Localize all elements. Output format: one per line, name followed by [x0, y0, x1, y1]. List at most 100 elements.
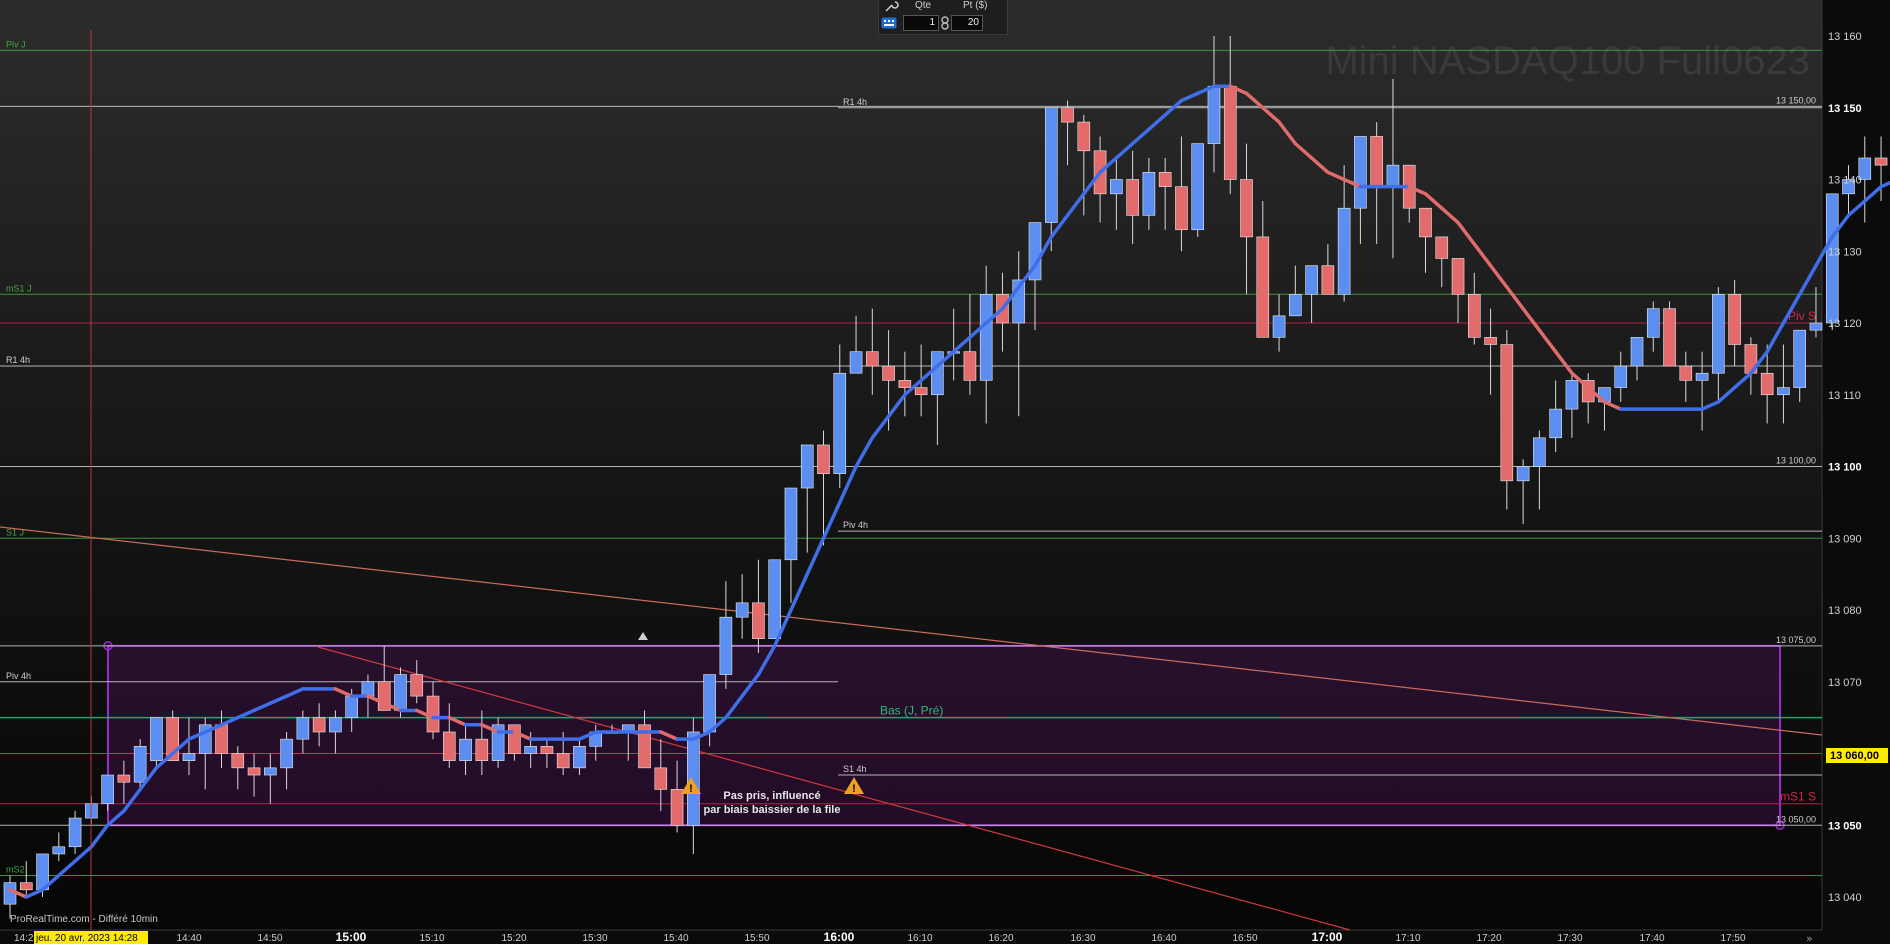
candle-body[interactable]: [1435, 236, 1449, 259]
candle-body[interactable]: [1256, 236, 1270, 338]
candle-body[interactable]: [280, 738, 293, 769]
candle-body[interactable]: [117, 774, 131, 783]
candle-body[interactable]: [101, 774, 114, 805]
candle-body[interactable]: [849, 351, 863, 374]
candle-body[interactable]: [231, 753, 245, 769]
candle-body[interactable]: [410, 674, 424, 697]
candle-body[interactable]: [1370, 136, 1383, 187]
scroll-right-icon[interactable]: »: [1806, 932, 1813, 944]
candle-body[interactable]: [1809, 322, 1823, 331]
pts-input[interactable]: 20: [951, 15, 983, 31]
candle-body[interactable]: [1728, 293, 1741, 345]
candle-body[interactable]: [1614, 365, 1628, 388]
candle-body[interactable]: [1061, 107, 1074, 123]
candle-body[interactable]: [898, 380, 912, 388]
candle-body[interactable]: [1549, 408, 1562, 439]
candle-body[interactable]: [573, 746, 586, 769]
candle-body[interactable]: [752, 602, 765, 640]
candle-body[interactable]: [784, 487, 798, 561]
candle-body[interactable]: [1630, 337, 1644, 367]
candle-body[interactable]: [1158, 172, 1172, 187]
candle-body[interactable]: [1191, 143, 1205, 231]
candle-body[interactable]: [1223, 85, 1237, 180]
candle-body[interactable]: [654, 767, 668, 790]
candle-body[interactable]: [524, 746, 537, 754]
support-zone[interactable]: [107, 644, 1781, 827]
candle-body[interactable]: [1565, 380, 1579, 410]
candle-body[interactable]: [1110, 179, 1123, 195]
candle-body[interactable]: [1175, 186, 1188, 231]
candle-body[interactable]: [768, 559, 781, 640]
candle-body[interactable]: [345, 695, 358, 718]
candle-body[interactable]: [1663, 308, 1676, 367]
candle-body[interactable]: [1468, 293, 1481, 338]
candle-body[interactable]: [1679, 365, 1693, 381]
candle-body[interactable]: [215, 724, 228, 754]
candle-body[interactable]: [1386, 164, 1400, 187]
candle-body[interactable]: [1305, 265, 1318, 295]
candle-body[interactable]: [1712, 293, 1725, 374]
candle-body[interactable]: [329, 717, 342, 733]
candle-body[interactable]: [264, 767, 277, 776]
candle-body[interactable]: [1695, 372, 1709, 381]
candle-body[interactable]: [979, 293, 993, 381]
candle-body[interactable]: [1419, 207, 1432, 238]
candle-body[interactable]: [442, 731, 456, 761]
candle-body[interactable]: [508, 724, 521, 754]
candle-body[interactable]: [556, 753, 570, 769]
candle-body[interactable]: [540, 746, 554, 754]
wrench-icon[interactable]: [883, 0, 899, 14]
candle-body[interactable]: [1321, 265, 1335, 295]
candle-body[interactable]: [866, 351, 879, 367]
candle-body[interactable]: [719, 616, 733, 675]
candle-body[interactable]: [1484, 337, 1497, 345]
candle-body[interactable]: [1793, 329, 1806, 388]
candle-body[interactable]: [52, 846, 66, 855]
candle-body[interactable]: [394, 674, 407, 711]
candle-body[interactable]: [133, 746, 147, 783]
candle-body[interactable]: [1500, 344, 1514, 482]
candle-body[interactable]: [1142, 172, 1156, 216]
candle-body[interactable]: [1337, 207, 1351, 295]
candle-body[interactable]: [703, 674, 716, 733]
candle-body[interactable]: [1044, 107, 1058, 223]
candle-body[interactable]: [882, 365, 895, 381]
candle-body[interactable]: [1874, 157, 1888, 166]
candle-body[interactable]: [1240, 179, 1253, 238]
candle-body[interactable]: [1760, 372, 1774, 396]
candle-body[interactable]: [475, 738, 489, 761]
candle-body[interactable]: [1207, 85, 1221, 144]
price-chart[interactable]: Mini NASDAQ100 Full0623 Piv J R1 4h 13 150…: [0, 0, 1890, 944]
candle-body[interactable]: [963, 351, 977, 381]
candle-body[interactable]: [150, 717, 163, 761]
candle-body[interactable]: [312, 717, 326, 733]
candle-body[interactable]: [247, 767, 261, 776]
candle-body[interactable]: [1533, 437, 1546, 467]
candle-body[interactable]: [1354, 136, 1367, 209]
candle-body[interactable]: [459, 738, 472, 761]
candle-body[interactable]: [361, 681, 375, 697]
candle-body[interactable]: [914, 387, 928, 396]
candle-body[interactable]: [687, 731, 700, 826]
candle-body[interactable]: [1077, 121, 1091, 152]
candle-body[interactable]: [1451, 258, 1465, 295]
candle-body[interactable]: [296, 717, 310, 740]
candle-body[interactable]: [1516, 466, 1530, 482]
candle-body[interactable]: [735, 602, 749, 618]
qty-input[interactable]: 1: [903, 15, 939, 31]
candle-body[interactable]: [182, 753, 196, 761]
candle-body[interactable]: [1126, 179, 1139, 216]
candle-body[interactable]: [817, 444, 830, 474]
candle-body[interactable]: [19, 882, 33, 891]
candle-body[interactable]: [1272, 315, 1286, 338]
candle-body[interactable]: [1777, 387, 1790, 396]
candle-body[interactable]: [1289, 293, 1302, 317]
keypad-icon[interactable]: [881, 16, 897, 30]
link-icon[interactable]: [939, 16, 951, 30]
candle-body[interactable]: [833, 372, 847, 474]
candle-body[interactable]: [1646, 308, 1660, 338]
candle-body[interactable]: [68, 817, 82, 848]
candle-body[interactable]: [800, 444, 814, 489]
candle-body[interactable]: [1825, 193, 1839, 324]
candle-body[interactable]: [931, 351, 944, 396]
